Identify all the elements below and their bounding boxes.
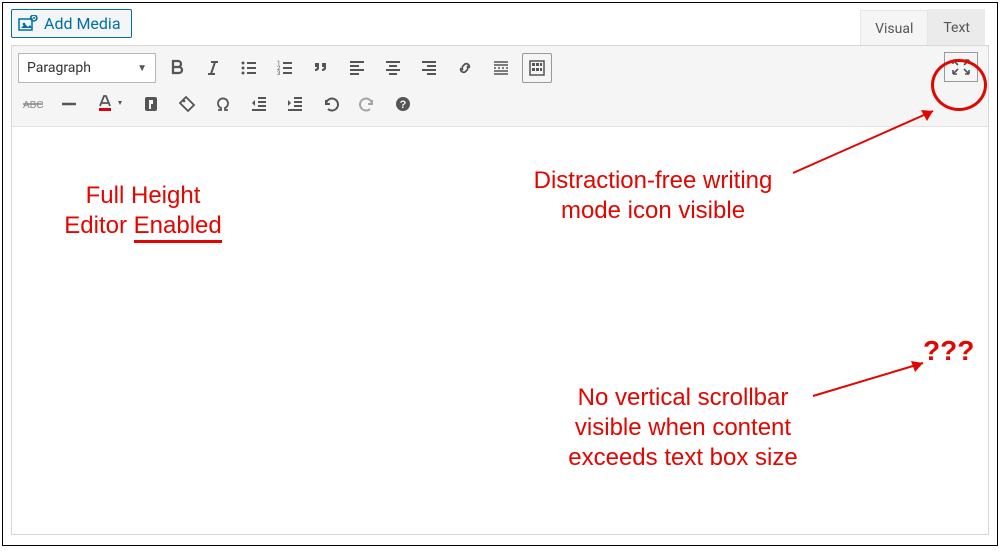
- tab-text[interactable]: Text: [928, 9, 985, 45]
- blockquote-button[interactable]: [306, 53, 336, 83]
- align-right-icon: [420, 59, 438, 77]
- link-button[interactable]: [450, 53, 480, 83]
- tag-button[interactable]: [172, 89, 202, 119]
- editor-mode-tabs: Visual Text: [860, 9, 985, 45]
- redo-button[interactable]: [352, 89, 382, 119]
- read-more-button[interactable]: [486, 53, 516, 83]
- editor-toolbar: Paragraph ▼ 123: [12, 46, 988, 127]
- number-list-icon: 123: [276, 59, 294, 77]
- annotation-no-scrollbar: No vertical scrollbar visible when conte…: [543, 383, 823, 473]
- bullet-list-icon: [240, 59, 258, 77]
- read-more-icon: [492, 59, 510, 77]
- media-icon: [18, 15, 38, 33]
- undo-button[interactable]: [316, 89, 346, 119]
- indent-icon: [286, 95, 304, 113]
- svg-text:?: ?: [400, 99, 407, 111]
- svg-text:3: 3: [277, 70, 280, 77]
- special-char-button[interactable]: [208, 89, 238, 119]
- bold-icon: [168, 59, 186, 77]
- bullet-list-button[interactable]: [234, 53, 264, 83]
- toolbar-row-1: Paragraph ▼ 123: [18, 50, 982, 86]
- italic-button[interactable]: [198, 53, 228, 83]
- help-button[interactable]: ?: [388, 89, 418, 119]
- outdent-button[interactable]: [244, 89, 274, 119]
- add-media-label: Add Media: [44, 14, 121, 33]
- text-color-button[interactable]: [90, 89, 130, 119]
- strikethrough-button[interactable]: ABC: [18, 89, 48, 119]
- undo-icon: [322, 95, 340, 113]
- tab-visual[interactable]: Visual: [860, 10, 928, 46]
- link-icon: [456, 59, 474, 77]
- add-media-button[interactable]: Add Media: [11, 9, 132, 38]
- number-list-button[interactable]: 123: [270, 53, 300, 83]
- help-icon: ?: [394, 95, 412, 113]
- horizontal-rule-icon: [60, 95, 78, 113]
- hr-button[interactable]: [54, 89, 84, 119]
- chevron-down-icon: ▼: [137, 63, 147, 74]
- toolbar-toggle-button[interactable]: [522, 53, 552, 83]
- annotation-text: visible when content: [543, 413, 823, 443]
- align-left-icon: [348, 59, 366, 77]
- annotation-text: Full Height: [33, 181, 253, 211]
- align-center-button[interactable]: [378, 53, 408, 83]
- annotation-full-height: Full Height Editor Enabled: [33, 181, 253, 241]
- annotation-text: Distraction-free writing: [503, 166, 803, 196]
- redo-icon: [358, 95, 376, 113]
- outdent-icon: [250, 95, 268, 113]
- special-char-icon: [214, 95, 232, 113]
- editor-container: Paragraph ▼ 123: [11, 45, 989, 535]
- annotation-circle: [931, 59, 987, 111]
- strikethrough-icon: ABC: [22, 95, 44, 113]
- annotation-text: Enabled: [134, 212, 222, 243]
- align-right-button[interactable]: [414, 53, 444, 83]
- align-center-icon: [384, 59, 402, 77]
- annotation-distraction-free: Distraction-free writing mode icon visib…: [503, 166, 803, 226]
- blockquote-icon: [312, 59, 330, 77]
- align-left-button[interactable]: [342, 53, 372, 83]
- annotation-question-marks: ???: [923, 335, 974, 367]
- bold-button[interactable]: [162, 53, 192, 83]
- editor-top-row: Add Media Visual Text: [3, 3, 997, 45]
- price-tag-icon: [178, 95, 196, 113]
- toolbar-row-2: ABC: [18, 86, 982, 122]
- svg-text:ABC: ABC: [23, 100, 44, 111]
- indent-button[interactable]: [280, 89, 310, 119]
- text-color-icon: [95, 94, 125, 114]
- toolbar-toggle-icon: [528, 59, 546, 77]
- format-dropdown[interactable]: Paragraph ▼: [18, 53, 156, 83]
- clear-formatting-icon: [142, 95, 160, 113]
- annotation-text: No vertical scrollbar: [543, 383, 823, 413]
- clear-formatting-button[interactable]: [136, 89, 166, 119]
- annotation-text: exceeds text box size: [543, 443, 823, 473]
- annotation-text: mode icon visible: [503, 196, 803, 226]
- format-dropdown-label: Paragraph: [27, 60, 91, 76]
- annotation-text: Editor: [64, 212, 133, 239]
- italic-icon: [204, 59, 222, 77]
